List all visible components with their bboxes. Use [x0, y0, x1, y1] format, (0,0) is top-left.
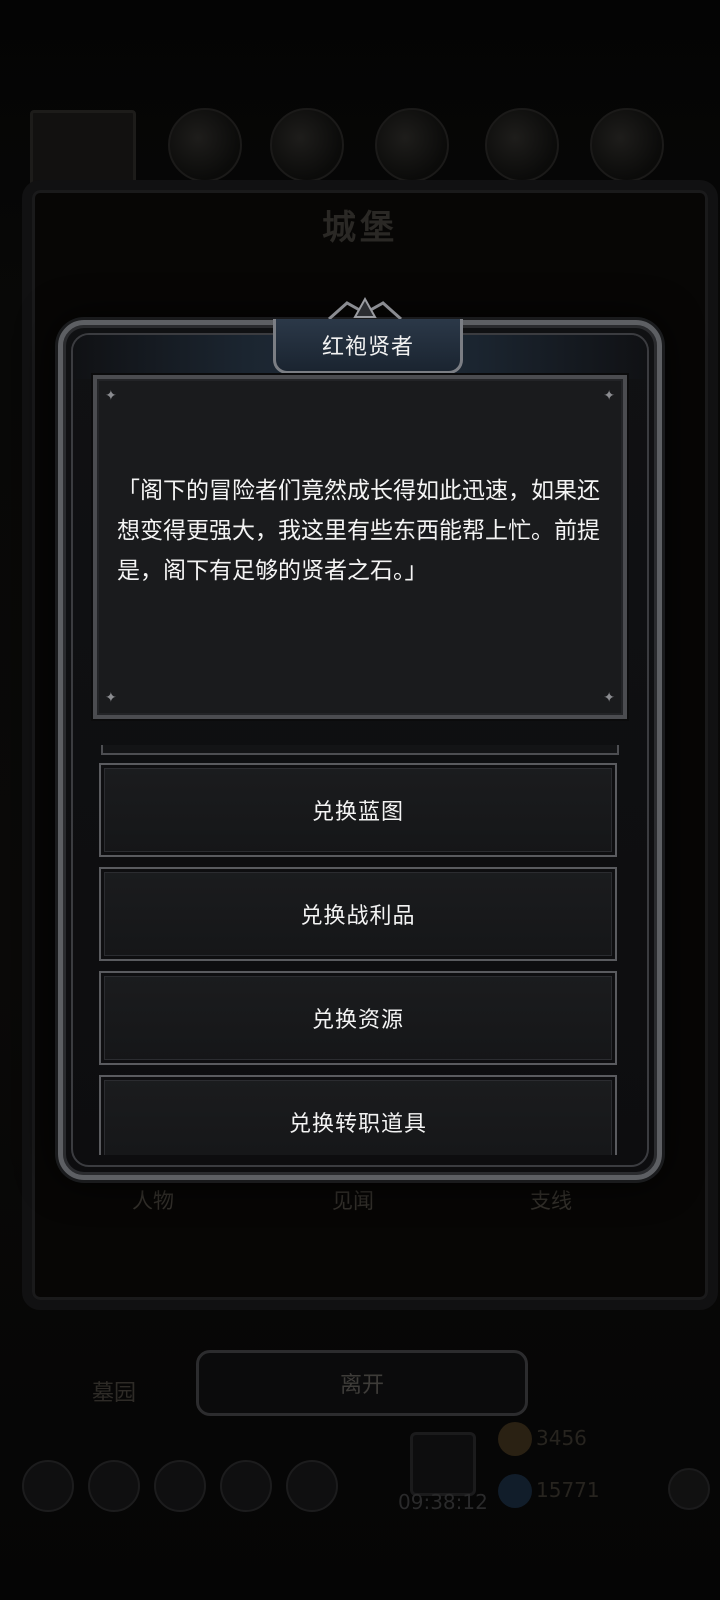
sparkle-icon: ✦ — [603, 388, 615, 404]
resource-icon-3[interactable] — [375, 108, 449, 182]
resource-icon-2[interactable] — [270, 108, 344, 182]
tab-news[interactable]: 见闻 — [332, 1185, 374, 1215]
tab-characters[interactable]: 人物 — [132, 1185, 174, 1215]
gold-coin-icon — [498, 1422, 532, 1456]
resource-icon-5[interactable] — [590, 108, 664, 182]
bottom-menu-icon-1[interactable] — [22, 1460, 74, 1512]
gem-amount: 15771 — [536, 1478, 600, 1502]
bottom-menu-icon-2[interactable] — [88, 1460, 140, 1512]
sparkle-icon: ✦ — [105, 690, 117, 706]
sparkle-icon: ✦ — [105, 388, 117, 404]
resource-icon-4[interactable] — [485, 108, 559, 182]
sage-quote: 「阁下的冒险者们竟然成长得如此迅速，如果还想变得更强大，我这里有些东西能帮上忙。… — [117, 478, 600, 584]
dialog-title: 红袍贤者 — [273, 319, 463, 374]
tab-side-quests[interactable]: 支线 — [530, 1185, 572, 1215]
scrolled-option-edge — [101, 745, 619, 755]
leave-button[interactable]: 离开 — [196, 1350, 528, 1416]
dialog-text-box: ✦ ✦ ✦ ✦ 「阁下的冒险者们竟然成长得如此迅速，如果还想变得更强大，我这里有… — [93, 375, 627, 719]
bottom-menu-icon-4[interactable] — [220, 1460, 272, 1512]
exchange-loot-button[interactable]: 兑换战利品 — [99, 867, 617, 961]
sparkle-icon: ✦ — [603, 690, 615, 706]
castle-tabs: 人物 见闻 支线 — [60, 1185, 660, 1225]
settings-icon[interactable] — [668, 1468, 710, 1510]
exchange-class-items-button[interactable]: 兑换转职道具 — [99, 1075, 617, 1155]
exchange-blueprint-button[interactable]: 兑换蓝图 — [99, 763, 617, 857]
exchange-resources-button[interactable]: 兑换资源 — [99, 971, 617, 1065]
sage-dialog: 红袍贤者 ✦ ✦ ✦ ✦ 「阁下的冒险者们竟然成长得如此迅速，如果还想变得更强大… — [58, 296, 662, 1180]
bottom-menu-icon-5[interactable] — [286, 1460, 338, 1512]
option-list[interactable]: 兑换蓝图 兑换战利品 兑换资源 兑换转职道具 — [99, 757, 619, 1155]
gold-amount: 3456 — [536, 1426, 587, 1450]
resource-icon-1[interactable] — [168, 108, 242, 182]
graveyard-label[interactable]: 墓园 — [92, 1375, 136, 1407]
castle-title: 城堡 — [322, 208, 398, 248]
gift-icon[interactable] — [410, 1432, 476, 1496]
gem-icon — [498, 1474, 532, 1508]
bottom-menu-icon-3[interactable] — [154, 1460, 206, 1512]
gift-timer: 09:38:12 — [398, 1490, 488, 1514]
